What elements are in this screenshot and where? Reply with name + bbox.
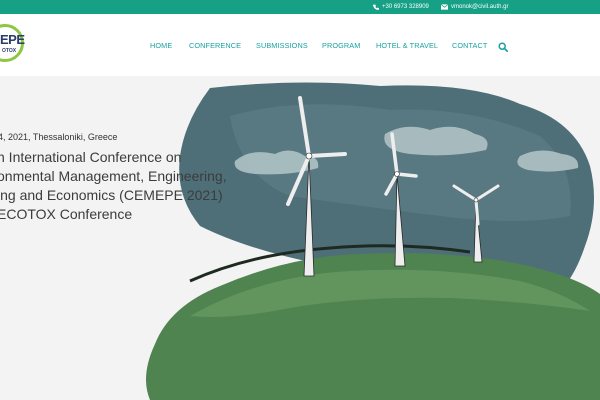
phone-icon [373, 4, 379, 10]
top-bar: +30 6973 328909 vmonok@civil.auth.gr [0, 0, 600, 14]
conference-title-line-4: ECOTOX Conference [0, 206, 133, 222]
main-nav: HOME CONFERENCE SUBMISSIONS PROGRAM HOTE… [0, 40, 600, 52]
hero-banner: 4, 2021, Thessaloniki, Greece n Internat… [0, 76, 600, 400]
nav-hotel-travel[interactable]: HOTEL & TRAVEL [376, 40, 438, 52]
nav-home[interactable]: HOME [150, 40, 172, 52]
nav-contact[interactable]: CONTACT [452, 40, 487, 52]
phone-contact[interactable]: +30 6973 328909 [373, 0, 429, 14]
site-header: EPE OTOX HOME CONFERENCE SUBMISSIONS PRO… [0, 14, 600, 76]
phone-number: +30 6973 328909 [382, 4, 429, 10]
nav-program[interactable]: PROGRAM [322, 40, 360, 52]
conference-title-line-1: n International Conference on [0, 149, 182, 165]
conference-title-line-3: ing and Economics (CEMEPE 2021) [0, 187, 223, 203]
event-date: 4, 2021, Thessaloniki, Greece [0, 132, 118, 142]
envelope-icon [441, 4, 448, 10]
email-address: vmonok@civil.auth.gr [451, 4, 509, 10]
nav-submissions[interactable]: SUBMISSIONS [256, 40, 308, 52]
conference-title-line-2: onmental Management, Engineering, [0, 168, 227, 184]
search-icon[interactable] [498, 42, 508, 52]
nav-conference[interactable]: CONFERENCE [189, 40, 241, 52]
email-contact[interactable]: vmonok@civil.auth.gr [441, 0, 508, 14]
hero-text: 4, 2021, Thessaloniki, Greece n Internat… [0, 76, 600, 400]
